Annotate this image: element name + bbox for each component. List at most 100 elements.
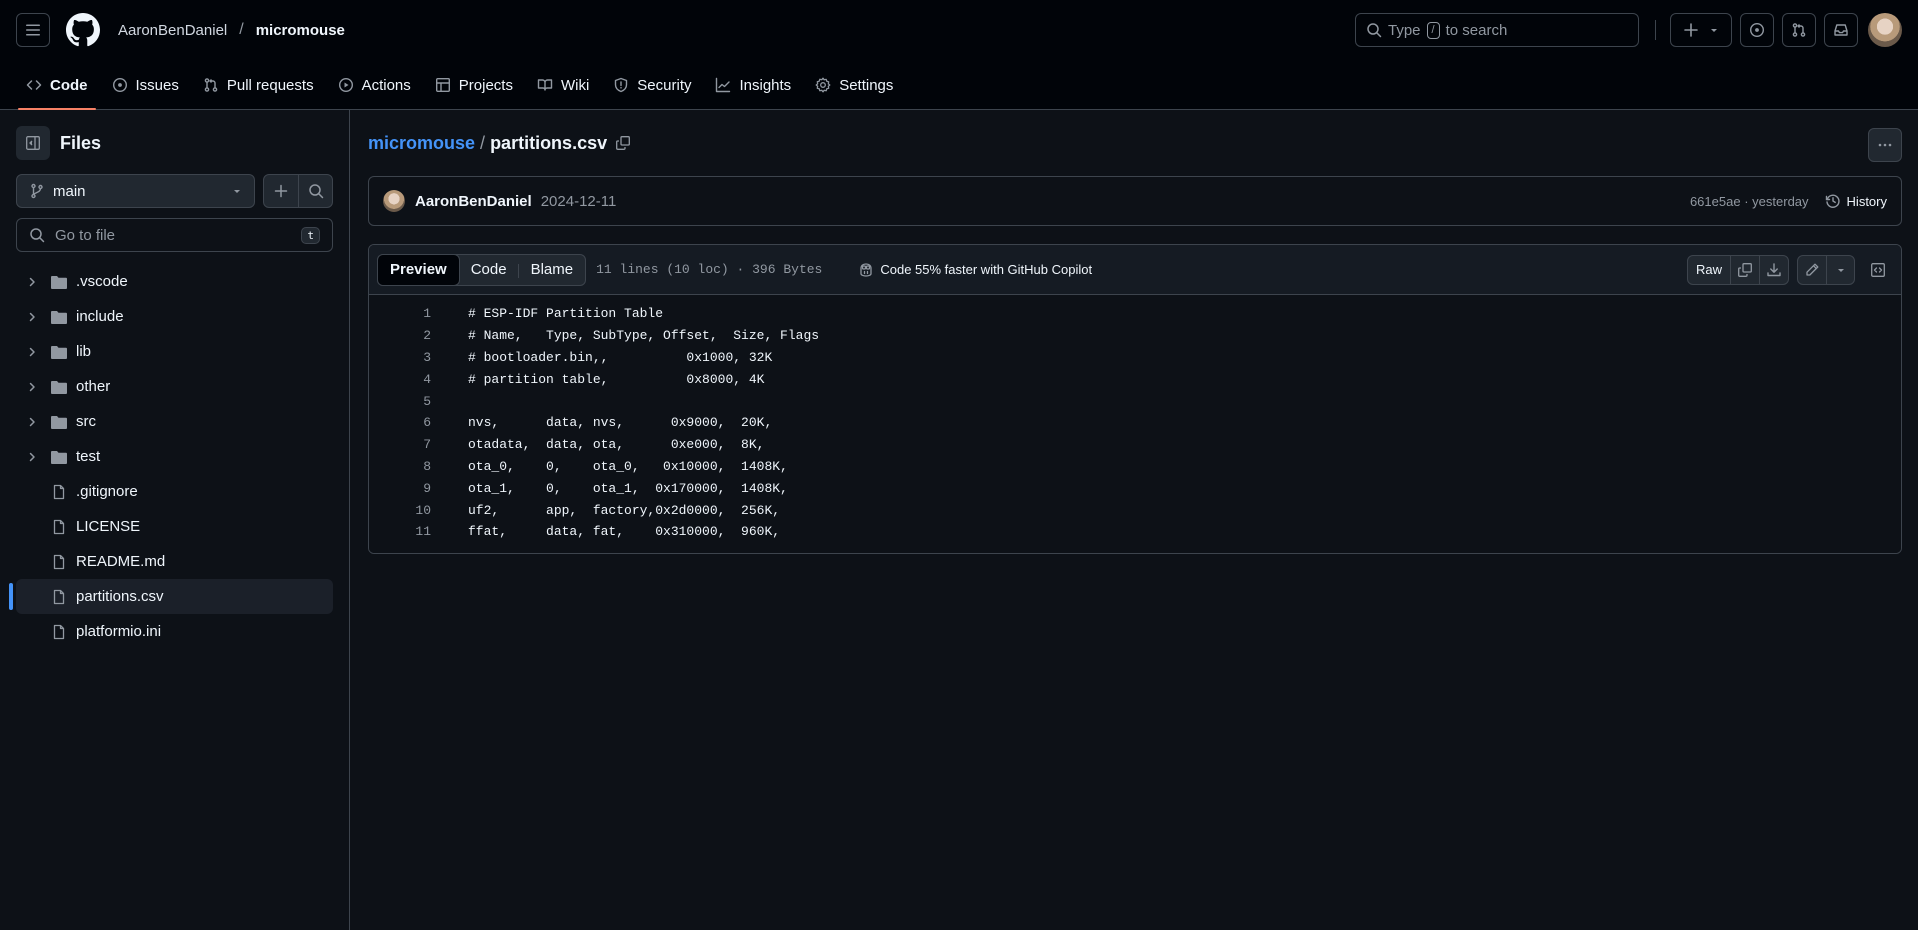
commit-dot: · (1744, 193, 1749, 209)
commit-author[interactable]: AaronBenDaniel (415, 193, 532, 210)
commit-date: 2024-12-11 (540, 192, 617, 210)
edit-file-button[interactable] (1798, 256, 1826, 284)
github-mark-icon (66, 13, 100, 47)
sidebar-header: Files (16, 126, 333, 160)
search-files-button[interactable] (298, 175, 332, 207)
tab-security[interactable]: Security (603, 60, 701, 110)
line-number[interactable]: 10 (369, 503, 431, 518)
copilot-promo-link[interactable]: Code 55% faster with GitHub Copilot (858, 262, 1092, 278)
download-raw-button[interactable] (1759, 255, 1788, 284)
line-number[interactable]: 5 (369, 394, 431, 409)
file-tree: .vscode include lib other src test .gitignore L… (9, 264, 333, 649)
line-number[interactable]: 2 (369, 328, 431, 343)
kebab-horizontal-icon (1878, 143, 1892, 147)
tree-folder[interactable]: .vscode (16, 264, 333, 299)
code-line: 4 # partition table, 0x8000, 4K (369, 368, 1901, 390)
expand-toggle[interactable] (22, 381, 42, 393)
user-avatar[interactable] (1868, 13, 1902, 47)
pull-requests-button[interactable] (1782, 13, 1816, 47)
folder-icon (51, 275, 67, 289)
tab-insights[interactable]: Insights (705, 60, 801, 110)
tab-pull-requests[interactable]: Pull requests (193, 60, 324, 110)
tree-file[interactable]: LICENSE (16, 509, 333, 544)
line-number[interactable]: 3 (369, 350, 431, 365)
line-number[interactable]: 9 (369, 481, 431, 496)
repo-link[interactable]: micromouse (256, 22, 345, 39)
owner-link[interactable]: AaronBenDaniel (118, 22, 227, 39)
chevron-right-icon (29, 452, 35, 461)
edit-options-button[interactable] (1826, 255, 1854, 284)
tab-wiki[interactable]: Wiki (527, 60, 599, 110)
history-button[interactable]: History (1825, 193, 1887, 209)
search-placeholder-suffix: to search (1445, 21, 1508, 39)
commit-sha[interactable]: 661e5ae (1690, 194, 1741, 209)
symbols-panel-button[interactable] (1863, 255, 1893, 285)
repo-nav: Code Issues Pull requests Actions Projec… (0, 60, 1918, 110)
file-content-box: Preview Code Blame 11 lines (10 loc) · 3… (368, 244, 1902, 554)
tree-folder[interactable]: test (16, 439, 333, 474)
global-header: AaronBenDaniel / micromouse Type / to se… (0, 0, 1918, 110)
tab-settings[interactable]: Settings (805, 60, 903, 110)
line-number[interactable]: 6 (369, 415, 431, 430)
copy-path-button[interactable] (615, 135, 631, 151)
tree-file[interactable]: platformio.ini (16, 614, 333, 649)
folder-icon (51, 310, 67, 324)
breadcrumb-repo-link[interactable]: micromouse (368, 133, 475, 154)
global-search-input[interactable]: Type / to search (1355, 13, 1639, 47)
go-to-file-input[interactable]: Go to file t (16, 218, 333, 252)
expand-toggle[interactable] (22, 311, 42, 323)
tree-folder[interactable]: other (16, 369, 333, 404)
tree-folder[interactable]: lib (16, 334, 333, 369)
tab-issues[interactable]: Issues (102, 60, 189, 110)
tree-item-name: platformio.ini (76, 623, 162, 640)
raw-button[interactable]: Raw (1688, 256, 1730, 284)
expand-toggle[interactable] (22, 451, 42, 463)
inbox-button[interactable] (1824, 13, 1858, 47)
code-tab[interactable]: Code (459, 255, 519, 285)
line-number[interactable]: 7 (369, 437, 431, 452)
expand-toggle[interactable] (22, 416, 42, 428)
line-number[interactable]: 1 (369, 306, 431, 321)
tab-code[interactable]: Code (16, 60, 98, 110)
create-new-button[interactable] (1670, 13, 1732, 47)
preview-tab[interactable]: Preview (377, 253, 460, 286)
menu-button[interactable] (16, 13, 50, 47)
tab-actions[interactable]: Actions (328, 60, 421, 110)
tree-file[interactable]: partitions.csv (9, 579, 333, 614)
top-bar: AaronBenDaniel / micromouse Type / to se… (0, 0, 1918, 60)
github-logo[interactable] (66, 13, 100, 47)
more-options-button[interactable] (1868, 128, 1902, 162)
add-file-button[interactable] (264, 175, 298, 207)
folder-icon (51, 380, 67, 394)
issues-button[interactable] (1740, 13, 1774, 47)
tab-label: Security (637, 76, 692, 94)
code-line: 11 ffat, data, fat, 0x310000, 960K, (369, 521, 1901, 543)
collapse-sidebar-button[interactable] (16, 126, 50, 160)
tree-actions (263, 174, 333, 208)
tab-projects[interactable]: Projects (425, 60, 523, 110)
tree-file[interactable]: .gitignore (16, 474, 333, 509)
tree-file[interactable]: README.md (16, 544, 333, 579)
hamburger-icon (26, 24, 40, 36)
tree-item-name: README.md (76, 553, 166, 570)
line-number[interactable]: 11 (369, 524, 431, 539)
code-line: 10 uf2, app, factory,0x2d0000, 256K, (369, 499, 1901, 521)
tree-folder[interactable]: src (16, 404, 333, 439)
expand-toggle[interactable] (22, 346, 42, 358)
commit-sha-and-time[interactable]: 661e5ae · yesterday (1690, 194, 1809, 209)
line-number[interactable]: 8 (369, 459, 431, 474)
blame-tab[interactable]: Blame (519, 255, 586, 285)
code-icon (26, 80, 42, 90)
copy-raw-button[interactable] (1730, 255, 1759, 284)
code-viewer[interactable]: 1 # ESP-IDF Partition Table 2 # Name, Type,… (369, 295, 1901, 553)
line-content: ota_1, 0, ota_1, 0x170000, 1408K, (468, 480, 788, 496)
expand-toggle[interactable] (22, 276, 42, 288)
branch-selector[interactable]: main (16, 174, 255, 208)
file-icon-wrap (48, 484, 70, 500)
code-line: 8 ota_0, 0, ota_0, 0x10000, 1408K, (369, 456, 1901, 478)
commit-author-avatar[interactable] (383, 190, 405, 212)
tree-item-name: .gitignore (76, 483, 138, 500)
tree-folder[interactable]: include (16, 299, 333, 334)
line-number[interactable]: 4 (369, 372, 431, 387)
line-content: ffat, data, fat, 0x310000, 960K, (468, 524, 781, 540)
